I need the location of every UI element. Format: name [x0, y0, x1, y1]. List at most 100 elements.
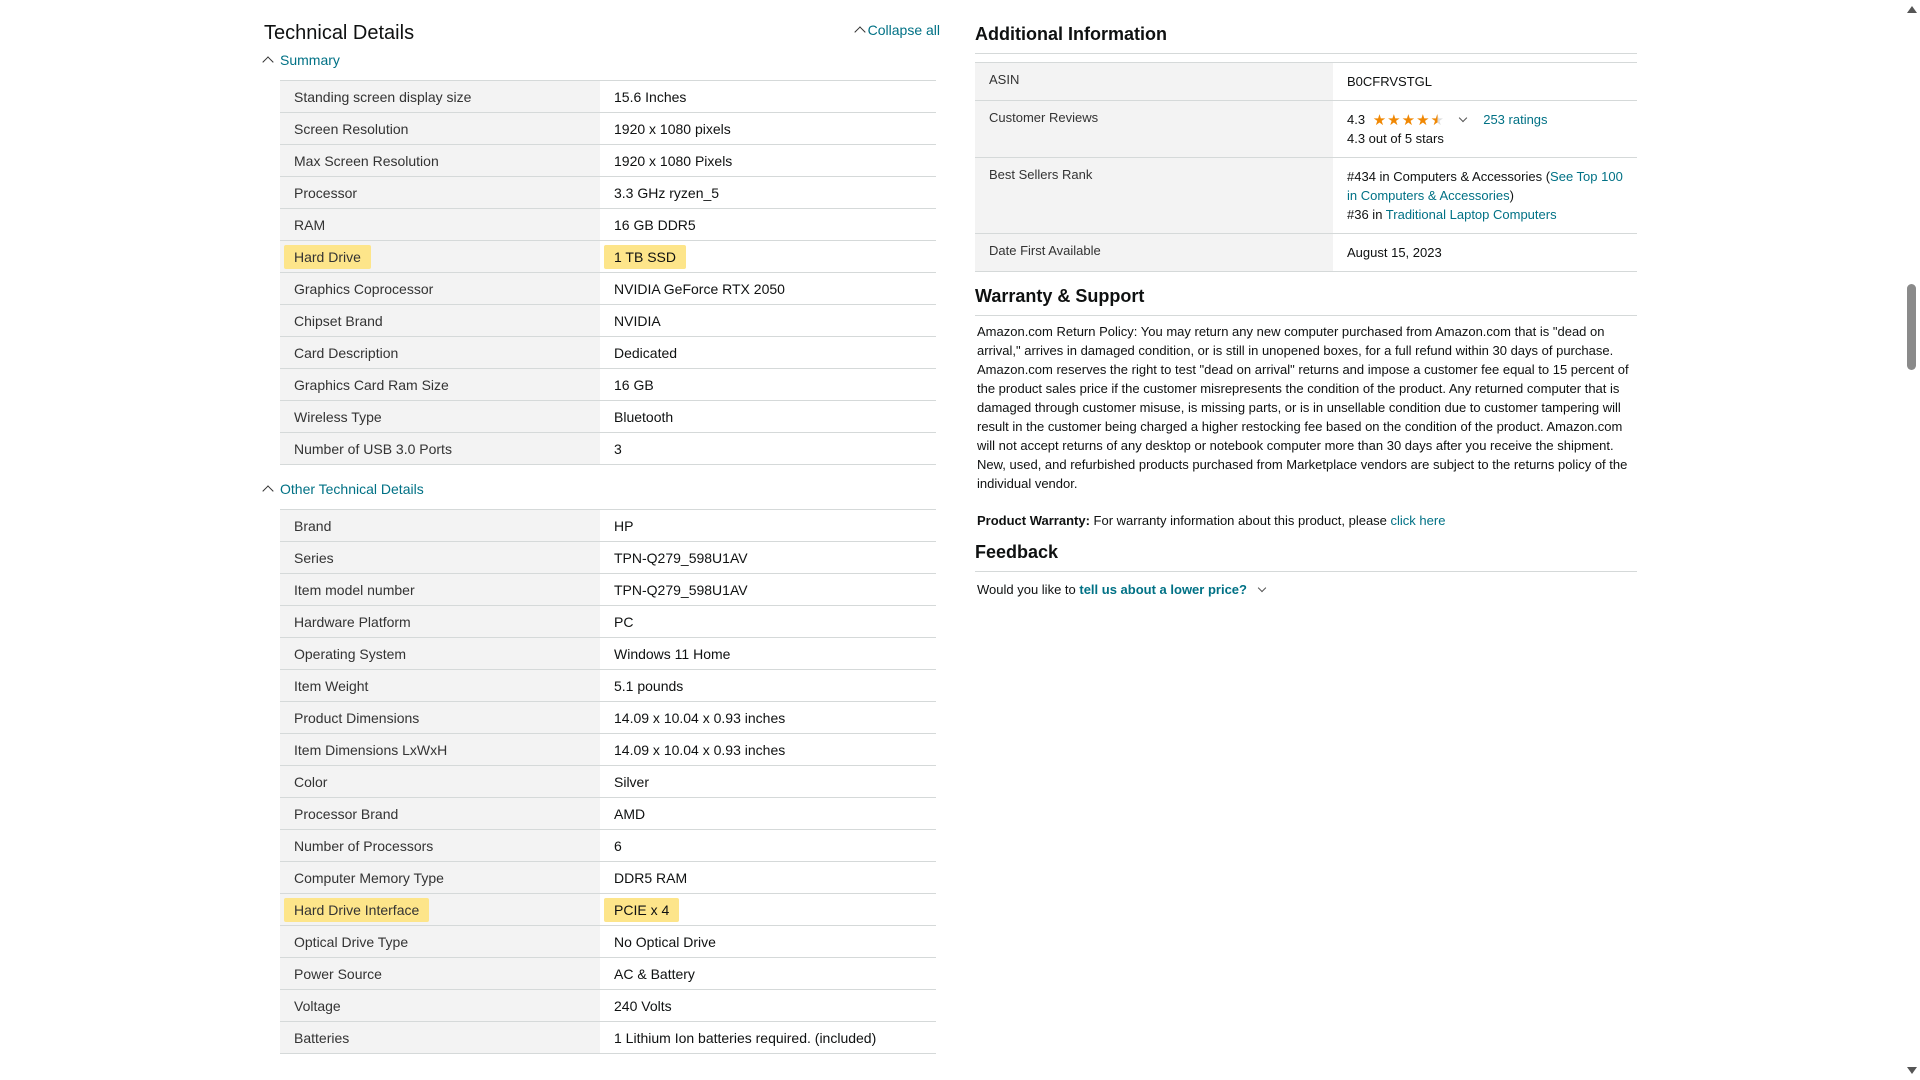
product-warranty-label: Product Warranty: — [977, 513, 1090, 528]
table-row: Processor Brand AMD — [280, 797, 936, 830]
scroll-down-arrow-icon[interactable] — [1907, 1067, 1917, 1074]
spec-key-text: Screen Resolution — [294, 120, 409, 137]
spec-key: Computer Memory Type — [280, 861, 600, 894]
product-warranty-text: For warranty information about this prod… — [1089, 513, 1391, 528]
spec-key: Brand — [280, 509, 600, 542]
spec-key: Power Source — [280, 957, 600, 990]
rank1-text: #434 in Computers & Accessories ( — [1347, 169, 1551, 184]
spec-key: Hard Drive Interface — [280, 893, 600, 926]
chevron-up-icon — [262, 56, 274, 68]
table-row: Best Sellers Rank #434 in Computers & Ac… — [975, 157, 1637, 234]
spec-key: Processor — [280, 176, 600, 209]
spec-key: Number of USB 3.0 Ports — [280, 432, 600, 465]
rank1-close: ) — [1509, 188, 1514, 203]
table-row: Item Dimensions LxWxH 14.09 x 10.04 x 0.9… — [280, 733, 936, 766]
spec-value-text: 15.6 Inches — [614, 88, 687, 105]
spec-key-text: Product Dimensions — [294, 709, 420, 726]
customer-reviews-label: Customer Reviews — [975, 100, 1333, 158]
spec-key: Operating System — [280, 637, 600, 670]
table-row: Hard Drive Interface PCIE x 4 — [280, 893, 936, 926]
vertical-scrollbar[interactable] — [1903, 0, 1920, 1080]
spec-value: Windows 11 Home — [600, 638, 936, 670]
star-rating[interactable]: ★ ★ ★ ★ ★ — [1373, 113, 1444, 128]
spec-value-text: DDR5 RAM — [614, 869, 688, 886]
ratings-count-link[interactable]: 253 ratings — [1483, 112, 1547, 127]
spec-value-text: 240 Volts — [614, 997, 672, 1014]
spec-value-text: 3 — [614, 440, 622, 457]
spec-key: Hardware Platform — [280, 605, 600, 638]
table-row: Chipset Brand NVIDIA — [280, 304, 936, 337]
chevron-down-icon[interactable] — [1458, 113, 1467, 123]
spec-key-text: Hard Drive — [284, 244, 371, 269]
spec-key-text: Graphics Card Ram Size — [294, 376, 449, 393]
spec-key-text: Max Screen Resolution — [294, 152, 439, 169]
table-row: Computer Memory Type DDR5 RAM — [280, 861, 936, 894]
table-row: Max Screen Resolution 1920 x 1080 Pixels — [280, 144, 936, 177]
lower-price-link[interactable]: tell us about a lower price? — [1079, 582, 1247, 597]
chevron-down-icon[interactable] — [1257, 583, 1266, 593]
summary-table: Standing screen display size 15.6 Inches S… — [280, 80, 936, 465]
spec-value: AMD — [600, 798, 936, 830]
spec-value-text: AC & Battery — [614, 965, 695, 982]
spec-value-text: HP — [614, 517, 634, 534]
scroll-up-arrow-icon[interactable] — [1907, 6, 1917, 13]
feedback-title: Feedback — [975, 528, 1637, 572]
scrollbar-thumb[interactable] — [1907, 284, 1916, 370]
click-here-link[interactable]: click here — [1391, 513, 1446, 528]
chevron-up-icon — [262, 485, 274, 497]
spec-value-text: Bluetooth — [614, 408, 674, 425]
spec-value: 1 Lithium Ion batteries required. (inclu… — [600, 1022, 936, 1054]
spec-key: Product Dimensions — [280, 701, 600, 734]
spec-key-text: Computer Memory Type — [294, 869, 444, 886]
spec-key-text: Batteries — [294, 1029, 350, 1046]
spec-value-text: TPN-Q279_598U1AV — [614, 581, 748, 598]
table-row: Power Source AC & Battery — [280, 957, 936, 990]
spec-value-text: NVIDIA — [614, 312, 661, 329]
table-row: Number of Processors 6 — [280, 829, 936, 862]
return-policy-text: Amazon.com Return Policy: You may return… — [977, 324, 1629, 491]
spec-value: 3 — [600, 433, 936, 465]
product-details-page: Technical Details Collapse all Summary S… — [0, 0, 1920, 1080]
spec-value-text: AMD — [614, 805, 646, 822]
spec-value: TPN-Q279_598U1AV — [600, 542, 936, 574]
traditional-laptop-computers-link[interactable]: Traditional Laptop Computers — [1386, 207, 1557, 222]
spec-value: 6 — [600, 830, 936, 862]
star-icon: ★ — [1387, 112, 1401, 130]
spec-value: PCIE x 4 — [600, 894, 936, 926]
other-technical-details-table: Brand HP Series TPN-Q279_598U1AV Item model … — [280, 509, 936, 1054]
spec-key-text: Series — [294, 549, 334, 566]
collapse-all-button[interactable]: Collapse all — [853, 22, 940, 38]
spec-value: 3.3 GHz ryzen_5 — [600, 177, 936, 209]
star-icon: ★ — [1401, 112, 1416, 130]
spec-key-text: Processor Brand — [294, 805, 399, 822]
spec-value-text: 14.09 x 10.04 x 0.93 inches — [614, 741, 786, 758]
spec-value: HP — [600, 510, 936, 542]
spec-value: 16 GB — [600, 369, 936, 401]
star-icon: ★ — [1372, 112, 1387, 130]
asin-label: ASIN — [975, 62, 1333, 101]
spec-key-text: Graphics Coprocessor — [294, 280, 434, 297]
spec-key: Card Description — [280, 336, 600, 369]
feedback-prompt: Would you like to — [977, 582, 1080, 597]
product-warranty-line: Product Warranty: For warranty informati… — [975, 513, 1637, 528]
spec-key: Number of Processors — [280, 829, 600, 862]
date-first-available-value: August 15, 2023 — [1347, 245, 1442, 260]
spec-value-text: 1920 x 1080 Pixels — [614, 152, 733, 169]
spec-value: 1920 x 1080 Pixels — [600, 145, 936, 177]
spec-key-text: Item Weight — [294, 677, 369, 694]
spec-value: Bluetooth — [600, 401, 936, 433]
spec-key: Item Dimensions LxWxH — [280, 733, 600, 766]
spec-key: Chipset Brand — [280, 304, 600, 337]
table-row: Processor 3.3 GHz ryzen_5 — [280, 176, 936, 209]
spec-value: AC & Battery — [600, 958, 936, 990]
table-row: Brand HP — [280, 509, 936, 542]
spec-value-text: 14.09 x 10.04 x 0.93 inches — [614, 709, 786, 726]
spec-key: Hard Drive — [280, 240, 600, 273]
spec-value-text: Silver — [614, 773, 650, 790]
technical-details-header: Technical Details Collapse all — [264, 0, 940, 56]
other-technical-details-toggle[interactable]: Other Technical Details — [262, 477, 940, 501]
date-first-available-label: Date First Available — [975, 233, 1333, 272]
spec-value-text: 1920 x 1080 pixels — [614, 120, 731, 137]
spec-key: Voltage — [280, 989, 600, 1022]
spec-key-text: Brand — [294, 517, 332, 534]
